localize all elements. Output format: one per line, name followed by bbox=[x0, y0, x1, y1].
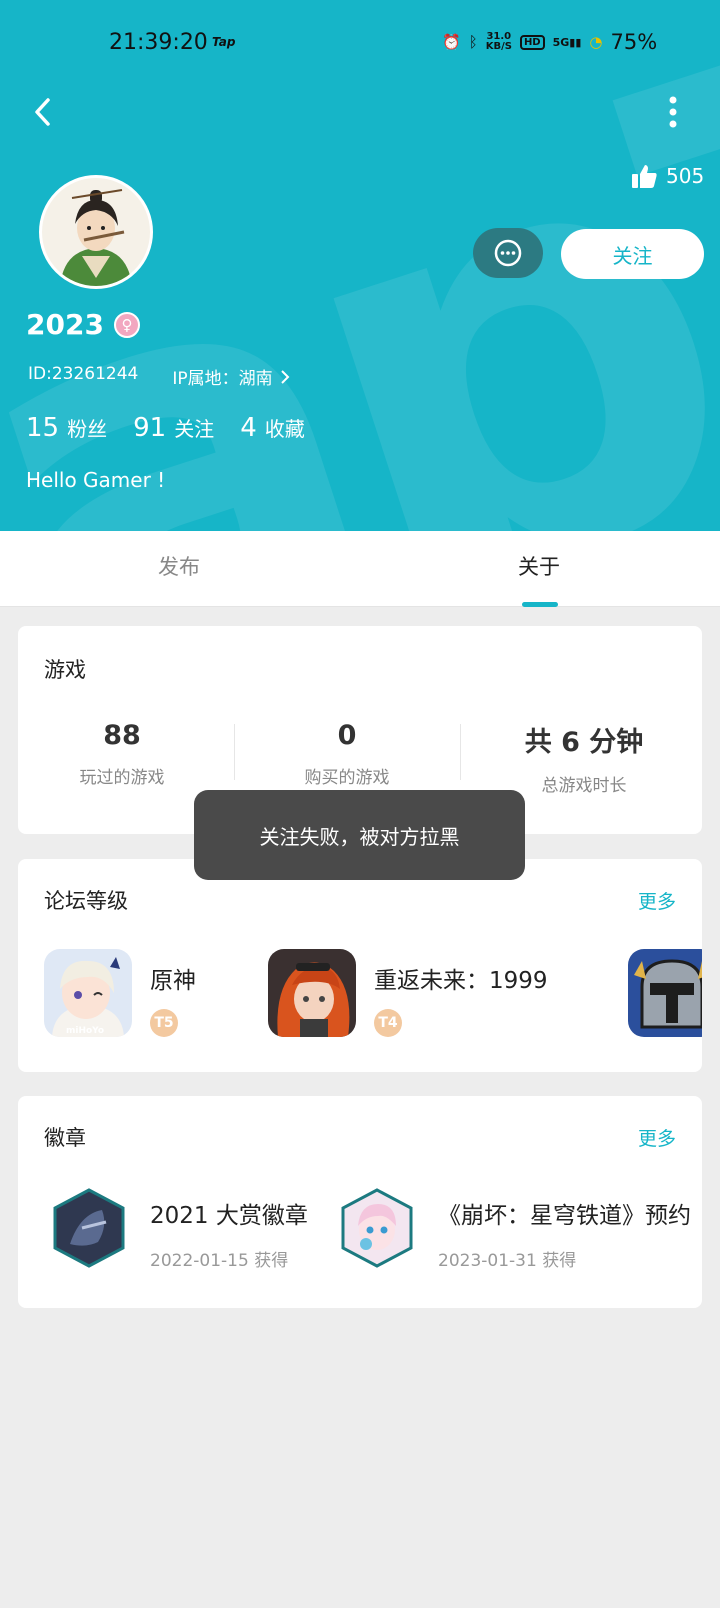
tab-about[interactable]: 关于 bbox=[518, 551, 560, 581]
badges-card: 徽章 更多 2021 大赏徽章 2022-01-15 获得 《崩坏：星穹铁道》预… bbox=[18, 1096, 702, 1308]
forum-level-badge: T5 bbox=[150, 1009, 178, 1037]
username: 2023 bbox=[26, 308, 104, 341]
badges-card-title: 徽章 bbox=[44, 1126, 86, 1150]
forum-level-badge: T4 bbox=[374, 1009, 402, 1037]
playtime-stat[interactable]: 共 6 分钟 总游戏时长 bbox=[484, 720, 684, 796]
gender-female-icon: ♀ bbox=[113, 311, 140, 338]
status-time: 21:39:20 bbox=[109, 30, 208, 55]
network-type: 5G bbox=[552, 35, 570, 49]
badge-text: 2021 大赏徽章 2022-01-15 获得 bbox=[150, 1188, 308, 1271]
active-tab-indicator bbox=[522, 602, 558, 607]
more-options-button[interactable] bbox=[655, 92, 691, 132]
hexagon-badge-icon bbox=[341, 1188, 413, 1268]
follow-button[interactable]: 关注 bbox=[561, 229, 704, 279]
social-stats: 15 粉丝 91 关注 4 收藏 bbox=[26, 413, 305, 443]
forum-game-name: 重返未来：1999 bbox=[374, 968, 548, 994]
profile-tabs: 发布 关于 bbox=[0, 531, 720, 607]
badge-date: 2023-01-31 获得 bbox=[438, 1251, 577, 1271]
svg-text:miHoYo: miHoYo bbox=[66, 1026, 104, 1036]
avatar-image bbox=[42, 178, 150, 286]
toast-message: 关注失败，被对方拉黑 bbox=[194, 790, 525, 880]
battery-level: 75% bbox=[610, 30, 658, 54]
battery-icon: ◔ bbox=[589, 33, 603, 51]
status-bar: 21:39:20 Tap ⏰ ᛒ 31.0 KB/S HD 5G▮▮ ◔ 75% bbox=[0, 0, 720, 84]
bio: Hello Gamer ! bbox=[26, 468, 166, 492]
message-icon bbox=[494, 239, 522, 267]
favorites-stat[interactable]: 4 收藏 bbox=[240, 413, 305, 443]
helmet-game-icon bbox=[628, 949, 702, 1037]
badge-date: 2022-01-15 获得 bbox=[150, 1251, 289, 1271]
chat-button[interactable] bbox=[473, 228, 543, 278]
forum-more-link[interactable]: 更多 bbox=[638, 887, 676, 914]
reverse1999-game-icon bbox=[268, 949, 356, 1037]
user-id: ID:23261244 bbox=[28, 364, 139, 384]
following-count: 91 bbox=[133, 413, 167, 443]
played-games-label: 玩过的游戏 bbox=[79, 768, 165, 788]
forum-game-name: 原神 bbox=[150, 968, 196, 994]
badge-text: 《崩坏：星穹铁道》预约 2023-01-31 获得 bbox=[438, 1188, 691, 1271]
genshin-game-icon: miHoYo bbox=[44, 949, 132, 1037]
more-vertical-icon bbox=[669, 96, 677, 128]
signal-icon: 5G▮▮ bbox=[552, 35, 582, 49]
ip-location-link[interactable]: IP属地：湖南 bbox=[172, 364, 290, 389]
ip-location: IP属地：湖南 bbox=[172, 369, 273, 389]
fans-count: 15 bbox=[26, 413, 60, 443]
bluetooth-icon: ᛒ bbox=[468, 33, 478, 51]
forum-item-reverse1999[interactable]: 重返未来：1999 T4 bbox=[268, 949, 548, 1037]
played-games-stat[interactable]: 88 玩过的游戏 bbox=[22, 720, 222, 788]
status-icons: ⏰ ᛒ 31.0 KB/S HD 5G▮▮ ◔ 75% bbox=[442, 30, 657, 54]
chevron-left-icon bbox=[35, 98, 50, 126]
meta-row: ID:23261244 IP属地：湖南 bbox=[28, 364, 291, 389]
tab-posts[interactable]: 发布 bbox=[158, 551, 200, 581]
purchased-games-label: 购买的游戏 bbox=[304, 768, 390, 788]
network-speed-unit: KB/S bbox=[485, 41, 512, 52]
badge-item-starrail-preorder[interactable]: 《崩坏：星穹铁道》预约 2023-01-31 获得 bbox=[340, 1188, 691, 1271]
favorites-label: 收藏 bbox=[264, 417, 305, 441]
games-card-title: 游戏 bbox=[44, 658, 86, 682]
played-games-value: 88 bbox=[103, 720, 141, 751]
divider bbox=[234, 724, 235, 780]
following-stat[interactable]: 91 关注 bbox=[133, 413, 214, 443]
badges-more-link[interactable]: 更多 bbox=[638, 1124, 676, 1151]
purchased-games-stat[interactable]: 0 购买的游戏 bbox=[247, 720, 447, 788]
purchased-games-value: 0 bbox=[337, 720, 357, 751]
status-app-label: Tap bbox=[212, 35, 236, 49]
back-button[interactable] bbox=[24, 92, 64, 132]
badge-name: 2021 大赏徽章 bbox=[150, 1203, 308, 1229]
favorites-count: 4 bbox=[240, 413, 257, 443]
following-label: 关注 bbox=[174, 417, 215, 441]
fans-label: 粉丝 bbox=[67, 417, 108, 441]
chevron-right-icon bbox=[280, 369, 290, 384]
hexagon-badge-icon bbox=[53, 1188, 125, 1268]
network-speed: 31.0 KB/S bbox=[486, 32, 512, 52]
forum-item-genshin[interactable]: miHoYo 原神 T5 bbox=[44, 949, 196, 1037]
fans-stat[interactable]: 15 粉丝 bbox=[26, 413, 107, 443]
likes-count[interactable]: 505 bbox=[630, 162, 704, 190]
avatar[interactable] bbox=[39, 175, 153, 289]
forum-item-text: 原神 T5 bbox=[150, 949, 196, 1037]
likes-number: 505 bbox=[666, 164, 705, 188]
username-row: 2023 ♀ bbox=[26, 308, 140, 341]
forum-level-card: 论坛等级 更多 miHoYo 原神 T5 重返未来：1999 T4 bbox=[18, 859, 702, 1072]
badge-item-2021-award[interactable]: 2021 大赏徽章 2022-01-15 获得 bbox=[52, 1188, 308, 1271]
alarm-icon: ⏰ bbox=[442, 33, 461, 51]
thumbs-up-icon bbox=[632, 165, 657, 188]
badge-name: 《崩坏：星穹铁道》预约 bbox=[438, 1203, 691, 1229]
hd-icon: HD bbox=[519, 34, 545, 50]
forum-item-text: 重返未来：1999 T4 bbox=[374, 949, 548, 1037]
forum-card-title: 论坛等级 bbox=[44, 889, 128, 913]
divider bbox=[460, 724, 461, 780]
playtime-value: 共 6 分钟 bbox=[524, 727, 644, 758]
profile-header: apTa 21:39:20 Tap ⏰ ᛒ 31.0 KB/S HD 5G▮▮ … bbox=[0, 0, 720, 531]
forum-item-third[interactable] bbox=[628, 949, 702, 1037]
